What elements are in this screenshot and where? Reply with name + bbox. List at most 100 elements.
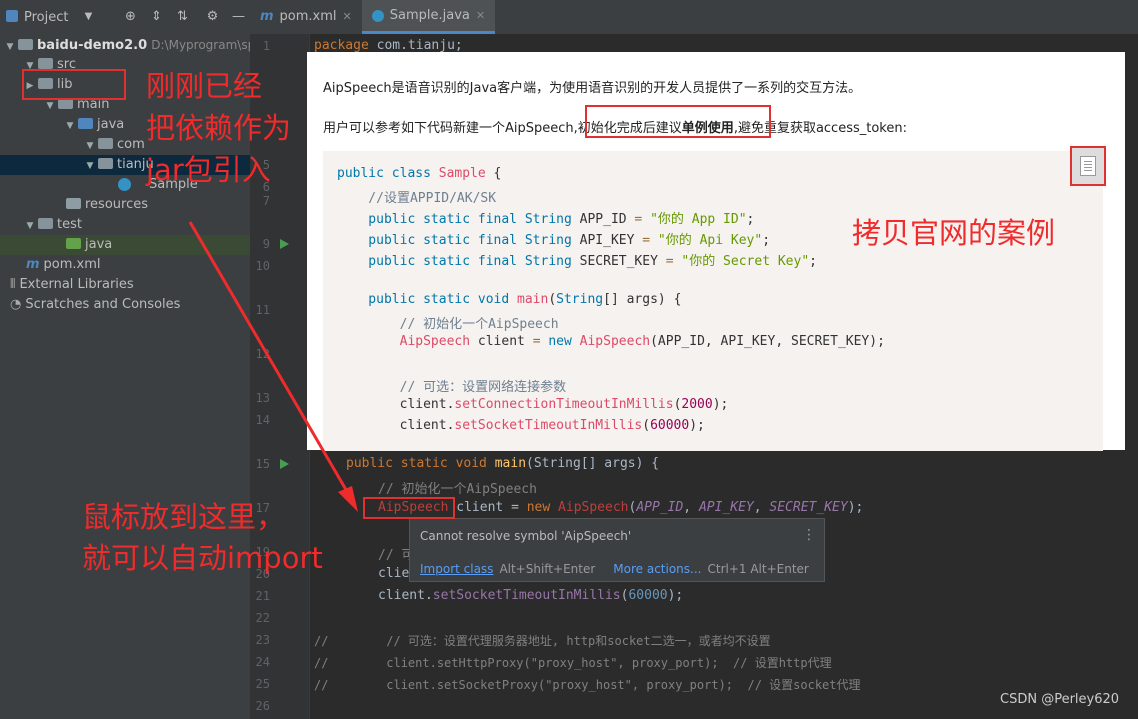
doc-code-line: AipSpeech client = new AipSpeech(APP_ID,… bbox=[337, 334, 885, 349]
tree-item-label: resources bbox=[85, 197, 149, 212]
code-token: client = bbox=[448, 500, 527, 515]
tree-item-external-libraries[interactable]: ⫴ External Libraries bbox=[0, 275, 250, 295]
doc-code-line: client.setSocketTimeoutInMillis(60000); bbox=[337, 418, 705, 433]
doc-code-line: public static void main(String[] args) { bbox=[337, 292, 681, 307]
editor-tab-bar: m pom.xml ✕ Sample.java ✕ bbox=[250, 0, 1138, 34]
annotation-hover-2: 就可以自动import bbox=[82, 541, 323, 575]
chevron-down-icon[interactable]: ▼ bbox=[84, 136, 96, 156]
quick-fix-popup: Cannot resolve symbol 'AipSpeech' ⋮ Impo… bbox=[409, 518, 825, 582]
line-number: 9 bbox=[262, 237, 270, 251]
copy-code-button[interactable] bbox=[1070, 146, 1106, 186]
annotation-lib-2: 把依赖作为 bbox=[146, 111, 292, 145]
annotation-lib-1: 刚刚已经 bbox=[146, 69, 263, 103]
tree-item-pom[interactable]: m pom.xml bbox=[0, 255, 250, 275]
line-number: 14 bbox=[255, 413, 270, 427]
code-token: client. bbox=[337, 397, 455, 412]
line-number: 1 bbox=[262, 39, 270, 53]
annotation-hover-1: 鼠标放到这里， bbox=[82, 500, 286, 534]
chevron-down-icon[interactable]: ▼ bbox=[84, 156, 96, 176]
tree-item-project-root[interactable]: ▼ baidu-demo2.0 D:\Myprogram\sprin bbox=[0, 35, 272, 57]
code-token: APP_ID bbox=[636, 500, 684, 515]
tree-item-label: pom.xml bbox=[43, 257, 101, 272]
doc-code-line: // 可选：设置网络连接参数 bbox=[337, 380, 567, 395]
lib-highlight-box bbox=[22, 69, 126, 100]
folder-icon bbox=[38, 218, 53, 229]
doc-code-block: public class Sample { //设置APPID/AK/SK pu… bbox=[323, 151, 1103, 451]
locate-icon[interactable]: ⊕ bbox=[122, 9, 138, 25]
resources-folder-icon bbox=[66, 198, 81, 209]
code-token: ; bbox=[762, 233, 771, 248]
annotation-lib-3: jar包引入 bbox=[146, 153, 271, 187]
code-token: ); bbox=[712, 397, 729, 412]
package-icon bbox=[98, 158, 113, 169]
code-token: public static void bbox=[337, 292, 518, 307]
gear-icon[interactable]: ⚙ bbox=[204, 9, 220, 25]
line-number: 24 bbox=[255, 655, 270, 669]
minimize-icon[interactable]: — bbox=[230, 9, 246, 25]
code-line-21: client.setSocketTimeoutInMillis(60000); bbox=[378, 588, 683, 603]
code-token: , bbox=[683, 500, 699, 515]
code-token: API_KEY bbox=[698, 500, 754, 515]
more-options-icon[interactable]: ⋮ bbox=[802, 527, 816, 543]
dropdown-icon[interactable]: ▼ bbox=[80, 9, 96, 25]
java-class-icon bbox=[118, 178, 131, 191]
code-token: setSocketTimeoutInMillis bbox=[432, 588, 621, 603]
tree-item-label: com bbox=[117, 137, 145, 152]
doc-code-line: public static final String APP_ID = "你的 … bbox=[337, 208, 754, 227]
tree-item-label: test bbox=[57, 217, 82, 232]
code-token: Sample bbox=[438, 166, 486, 181]
maven-icon: m bbox=[26, 257, 40, 272]
line-number: 22 bbox=[255, 611, 270, 625]
tab-label: Sample.java bbox=[389, 7, 470, 23]
code-token: public static final String bbox=[337, 233, 580, 248]
expand-all-icon[interactable]: ⇅ bbox=[174, 9, 190, 25]
run-icon[interactable] bbox=[280, 239, 289, 249]
chevron-down-icon[interactable]: ▼ bbox=[24, 216, 36, 236]
run-icon[interactable] bbox=[280, 459, 289, 469]
doc-text: 用户可以参考如下代码新建一个AipSpeech, bbox=[323, 121, 578, 136]
folder-icon bbox=[18, 39, 33, 50]
tree-item-label: Scratches and Consoles bbox=[25, 297, 181, 312]
code-token: API_KEY bbox=[579, 233, 635, 248]
code-token: client. bbox=[337, 418, 455, 433]
shortcut-hint: Alt+Shift+Enter bbox=[499, 562, 596, 576]
code-token: = bbox=[634, 233, 658, 248]
code-token: main bbox=[494, 456, 527, 471]
line-number: 23 bbox=[255, 633, 270, 647]
tab-pom-xml[interactable]: m pom.xml ✕ bbox=[250, 0, 362, 34]
collapse-all-icon[interactable]: ⇕ bbox=[148, 9, 164, 25]
line-number: 25 bbox=[255, 677, 270, 691]
code-token: (String[] args) { bbox=[526, 456, 660, 471]
code-token: new bbox=[548, 334, 580, 349]
import-class-link[interactable]: Import class bbox=[420, 562, 493, 576]
folder-icon bbox=[78, 118, 93, 129]
tree-item-scratches[interactable]: ◔ Scratches and Consoles bbox=[0, 295, 250, 315]
tree-item-test[interactable]: ▼ test bbox=[0, 215, 250, 235]
code-token: ); bbox=[689, 418, 705, 433]
tree-item-java-test[interactable]: java bbox=[0, 235, 250, 255]
tree-item-label: java bbox=[97, 117, 125, 132]
tab-label: pom.xml bbox=[279, 9, 337, 24]
project-title[interactable]: Project bbox=[24, 10, 68, 25]
scratches-icon: ◔ bbox=[10, 297, 22, 312]
project-view-icon bbox=[6, 10, 18, 22]
code-token: package bbox=[314, 38, 369, 53]
code-line-16: // 初始化一个AipSpeech bbox=[378, 478, 537, 497]
code-token: AipSpeech bbox=[558, 500, 629, 515]
chevron-down-icon[interactable]: ▼ bbox=[4, 37, 16, 57]
more-actions-link[interactable]: More actions... bbox=[613, 562, 701, 576]
tree-item-resources[interactable]: resources bbox=[0, 195, 250, 215]
chevron-down-icon[interactable]: ▼ bbox=[64, 116, 76, 136]
line-number: 15 bbox=[255, 457, 270, 471]
code-token: clie bbox=[378, 566, 410, 581]
close-icon[interactable]: ✕ bbox=[343, 0, 352, 34]
code-token: , bbox=[753, 500, 770, 515]
close-icon[interactable]: ✕ bbox=[476, 0, 485, 33]
code-token: setSocketTimeoutInMillis bbox=[454, 418, 643, 433]
copy-icon bbox=[1080, 156, 1096, 176]
tab-sample-java[interactable]: Sample.java ✕ bbox=[361, 0, 496, 34]
java-class-icon bbox=[371, 9, 384, 22]
code-token: { bbox=[485, 166, 502, 181]
doc-code-line: // 初始化一个AipSpeech bbox=[337, 317, 559, 332]
line-number: 26 bbox=[255, 699, 270, 713]
